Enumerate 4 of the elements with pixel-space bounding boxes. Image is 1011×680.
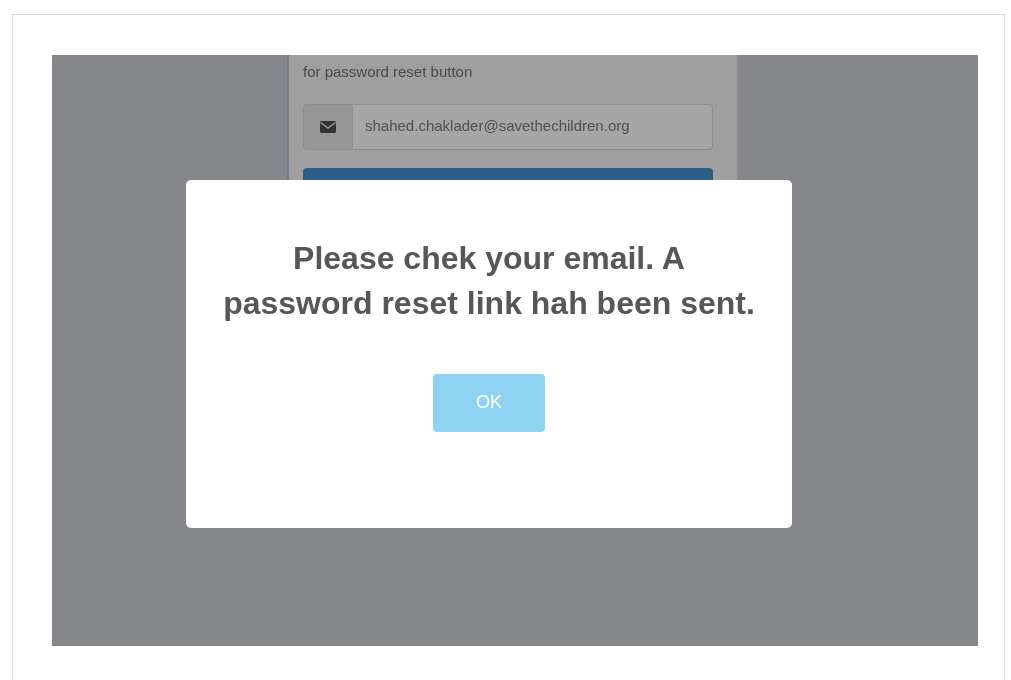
dialog-message: Please chek your email. A password reset link hah been sent. [222, 239, 756, 323]
instruction-text: for password reset button [303, 62, 474, 82]
email-field[interactable]: shahed.chaklader@savethechildren.org [353, 103, 713, 150]
envelope-icon [320, 120, 336, 133]
